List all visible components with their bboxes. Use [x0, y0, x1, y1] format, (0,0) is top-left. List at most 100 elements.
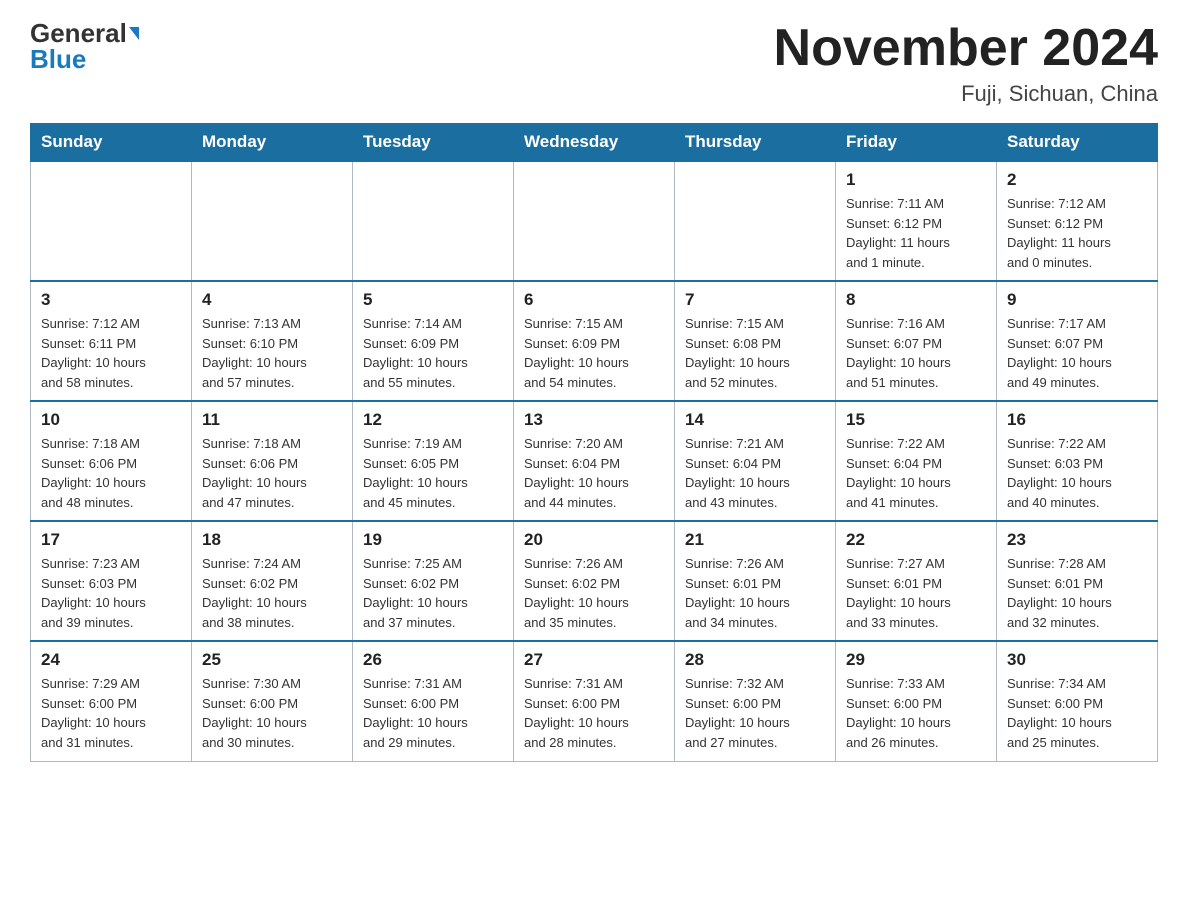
- day-info: Sunrise: 7:20 AMSunset: 6:04 PMDaylight:…: [524, 434, 664, 512]
- day-info: Sunrise: 7:21 AMSunset: 6:04 PMDaylight:…: [685, 434, 825, 512]
- week-row-2: 3 Sunrise: 7:12 AMSunset: 6:11 PMDaylight…: [31, 281, 1158, 401]
- day-info: Sunrise: 7:25 AMSunset: 6:02 PMDaylight:…: [363, 554, 503, 632]
- calendar-cell: 2Sunrise: 7:12 AMSunset: 6:12 PMDaylight…: [997, 161, 1158, 281]
- calendar-cell: 28 Sunrise: 7:32 AMSunset: 6:00 PMDayligh…: [675, 641, 836, 761]
- day-number: 20: [524, 530, 664, 550]
- calendar-cell: 29Sunrise: 7:33 AMSunset: 6:00 PMDayligh…: [836, 641, 997, 761]
- logo-triangle-icon: [129, 27, 139, 40]
- calendar-subtitle: Fuji, Sichuan, China: [774, 81, 1158, 107]
- day-info: Sunrise: 7:12 AMSunset: 6:12 PMDaylight:…: [1007, 194, 1147, 272]
- header-row: SundayMondayTuesdayWednesdayThursdayFrid…: [31, 124, 1158, 162]
- week-row-4: 17 Sunrise: 7:23 AMSunset: 6:03 PMDayligh…: [31, 521, 1158, 641]
- day-number: 6: [524, 290, 664, 310]
- calendar-cell: 24 Sunrise: 7:29 AMSunset: 6:00 PMDayligh…: [31, 641, 192, 761]
- calendar-cell: 9 Sunrise: 7:17 AMSunset: 6:07 PMDaylight…: [997, 281, 1158, 401]
- col-header-wednesday: Wednesday: [514, 124, 675, 162]
- col-header-monday: Monday: [192, 124, 353, 162]
- calendar-cell: [353, 161, 514, 281]
- day-number: 27: [524, 650, 664, 670]
- calendar-cell: 27Sunrise: 7:31 AMSunset: 6:00 PMDayligh…: [514, 641, 675, 761]
- day-info: Sunrise: 7:12 AMSunset: 6:11 PMDaylight:…: [41, 314, 181, 392]
- calendar-cell: 12 Sunrise: 7:19 AMSunset: 6:05 PMDayligh…: [353, 401, 514, 521]
- day-number: 1: [846, 170, 986, 190]
- day-info: Sunrise: 7:32 AMSunset: 6:00 PMDaylight:…: [685, 674, 825, 752]
- calendar-cell: 16 Sunrise: 7:22 AMSunset: 6:03 PMDayligh…: [997, 401, 1158, 521]
- calendar-cell: 21Sunrise: 7:26 AMSunset: 6:01 PMDayligh…: [675, 521, 836, 641]
- day-number: 15: [846, 410, 986, 430]
- day-number: 14: [685, 410, 825, 430]
- day-number: 9: [1007, 290, 1147, 310]
- day-number: 18: [202, 530, 342, 550]
- day-number: 28: [685, 650, 825, 670]
- week-row-5: 24 Sunrise: 7:29 AMSunset: 6:00 PMDayligh…: [31, 641, 1158, 761]
- day-info: Sunrise: 7:30 AMSunset: 6:00 PMDaylight:…: [202, 674, 342, 752]
- day-number: 3: [41, 290, 181, 310]
- day-number: 17: [41, 530, 181, 550]
- day-info: Sunrise: 7:23 AMSunset: 6:03 PMDaylight:…: [41, 554, 181, 632]
- day-info: Sunrise: 7:15 AMSunset: 6:09 PMDaylight:…: [524, 314, 664, 392]
- day-number: 23: [1007, 530, 1147, 550]
- calendar-table: SundayMondayTuesdayWednesdayThursdayFrid…: [30, 123, 1158, 762]
- day-info: Sunrise: 7:33 AMSunset: 6:00 PMDaylight:…: [846, 674, 986, 752]
- col-header-saturday: Saturday: [997, 124, 1158, 162]
- week-row-1: 1 Sunrise: 7:11 AMSunset: 6:12 PMDaylight…: [31, 161, 1158, 281]
- calendar-cell: 4Sunrise: 7:13 AMSunset: 6:10 PMDaylight…: [192, 281, 353, 401]
- col-header-friday: Friday: [836, 124, 997, 162]
- day-number: 30: [1007, 650, 1147, 670]
- day-number: 21: [685, 530, 825, 550]
- day-number: 19: [363, 530, 503, 550]
- day-info: Sunrise: 7:18 AMSunset: 6:06 PMDaylight:…: [41, 434, 181, 512]
- day-info: Sunrise: 7:27 AMSunset: 6:01 PMDaylight:…: [846, 554, 986, 632]
- calendar-cell: 19 Sunrise: 7:25 AMSunset: 6:02 PMDayligh…: [353, 521, 514, 641]
- day-info: Sunrise: 7:11 AMSunset: 6:12 PMDaylight:…: [846, 194, 986, 272]
- col-header-sunday: Sunday: [31, 124, 192, 162]
- calendar-cell: 20Sunrise: 7:26 AMSunset: 6:02 PMDayligh…: [514, 521, 675, 641]
- day-number: 7: [685, 290, 825, 310]
- calendar-cell: 30 Sunrise: 7:34 AMSunset: 6:00 PMDayligh…: [997, 641, 1158, 761]
- title-area: November 2024 Fuji, Sichuan, China: [774, 20, 1158, 107]
- calendar-cell: 17 Sunrise: 7:23 AMSunset: 6:03 PMDayligh…: [31, 521, 192, 641]
- day-info: Sunrise: 7:14 AMSunset: 6:09 PMDaylight:…: [363, 314, 503, 392]
- calendar-cell: 8 Sunrise: 7:16 AMSunset: 6:07 PMDaylight…: [836, 281, 997, 401]
- logo: General Blue: [30, 20, 139, 72]
- calendar-cell: 15 Sunrise: 7:22 AMSunset: 6:04 PMDayligh…: [836, 401, 997, 521]
- day-number: 4: [202, 290, 342, 310]
- day-info: Sunrise: 7:17 AMSunset: 6:07 PMDaylight:…: [1007, 314, 1147, 392]
- day-info: Sunrise: 7:16 AMSunset: 6:07 PMDaylight:…: [846, 314, 986, 392]
- day-number: 22: [846, 530, 986, 550]
- day-number: 24: [41, 650, 181, 670]
- calendar-cell: 1 Sunrise: 7:11 AMSunset: 6:12 PMDaylight…: [836, 161, 997, 281]
- calendar-cell: 14 Sunrise: 7:21 AMSunset: 6:04 PMDayligh…: [675, 401, 836, 521]
- week-row-3: 10 Sunrise: 7:18 AMSunset: 6:06 PMDayligh…: [31, 401, 1158, 521]
- day-info: Sunrise: 7:29 AMSunset: 6:00 PMDaylight:…: [41, 674, 181, 752]
- calendar-cell: 23Sunrise: 7:28 AMSunset: 6:01 PMDayligh…: [997, 521, 1158, 641]
- calendar-cell: 22 Sunrise: 7:27 AMSunset: 6:01 PMDayligh…: [836, 521, 997, 641]
- day-number: 12: [363, 410, 503, 430]
- calendar-cell: 25Sunrise: 7:30 AMSunset: 6:00 PMDayligh…: [192, 641, 353, 761]
- col-header-tuesday: Tuesday: [353, 124, 514, 162]
- day-number: 8: [846, 290, 986, 310]
- day-info: Sunrise: 7:31 AMSunset: 6:00 PMDaylight:…: [363, 674, 503, 752]
- logo-blue-text: Blue: [30, 46, 86, 72]
- day-number: 16: [1007, 410, 1147, 430]
- day-info: Sunrise: 7:19 AMSunset: 6:05 PMDaylight:…: [363, 434, 503, 512]
- day-number: 10: [41, 410, 181, 430]
- logo-general-text: General: [30, 20, 127, 46]
- calendar-cell: 6 Sunrise: 7:15 AMSunset: 6:09 PMDaylight…: [514, 281, 675, 401]
- day-number: 13: [524, 410, 664, 430]
- day-info: Sunrise: 7:18 AMSunset: 6:06 PMDaylight:…: [202, 434, 342, 512]
- col-header-thursday: Thursday: [675, 124, 836, 162]
- calendar-cell: 10 Sunrise: 7:18 AMSunset: 6:06 PMDayligh…: [31, 401, 192, 521]
- day-info: Sunrise: 7:22 AMSunset: 6:03 PMDaylight:…: [1007, 434, 1147, 512]
- day-info: Sunrise: 7:15 AMSunset: 6:08 PMDaylight:…: [685, 314, 825, 392]
- calendar-cell: 5Sunrise: 7:14 AMSunset: 6:09 PMDaylight…: [353, 281, 514, 401]
- calendar-cell: 11Sunrise: 7:18 AMSunset: 6:06 PMDayligh…: [192, 401, 353, 521]
- calendar-cell: 13 Sunrise: 7:20 AMSunset: 6:04 PMDayligh…: [514, 401, 675, 521]
- calendar-cell: 7 Sunrise: 7:15 AMSunset: 6:08 PMDaylight…: [675, 281, 836, 401]
- calendar-title: November 2024: [774, 20, 1158, 77]
- calendar-cell: [192, 161, 353, 281]
- calendar-cell: [31, 161, 192, 281]
- day-info: Sunrise: 7:24 AMSunset: 6:02 PMDaylight:…: [202, 554, 342, 632]
- day-info: Sunrise: 7:22 AMSunset: 6:04 PMDaylight:…: [846, 434, 986, 512]
- day-info: Sunrise: 7:34 AMSunset: 6:00 PMDaylight:…: [1007, 674, 1147, 752]
